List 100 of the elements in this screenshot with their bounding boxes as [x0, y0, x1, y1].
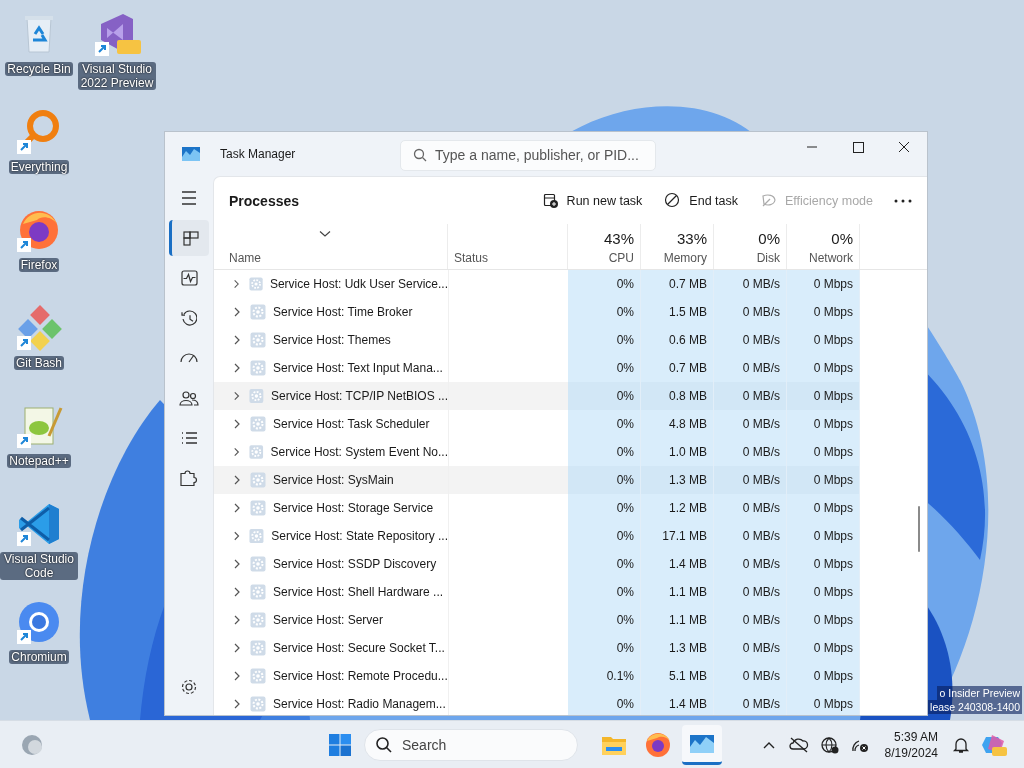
icon-label[interactable]: Recycle Bin — [5, 62, 73, 76]
expand-chevron-icon[interactable] — [232, 530, 242, 542]
table-row[interactable]: Service Host: Themes 0% 0.6 MB 0 MB/s 0 Mbps — [214, 326, 927, 354]
table-cell: 1.5 MB — [669, 305, 707, 319]
column-header[interactable]: 43% CPU — [568, 224, 641, 269]
table-cell: 0% — [616, 361, 634, 375]
table-cell: 0 Mbps — [813, 277, 853, 291]
table-cell: 1.0 MB — [669, 445, 707, 459]
users-icon — [179, 390, 199, 406]
table-row[interactable]: Service Host: Shell Hardware ... 0% 1.1 MB 0 MB/s 0 Mbps — [214, 578, 927, 606]
icon-label[interactable]: Visual Studio 2022 Preview — [78, 62, 156, 90]
clock-button[interactable]: 5:39 AM 8/19/2024 — [884, 728, 938, 761]
table-cell: 0 MB/s — [742, 585, 780, 599]
table-row[interactable]: Service Host: State Repository ... 0% 17.1 MB 0 MB/s 0 Mbps — [214, 522, 927, 550]
table-row[interactable]: Service Host: SysMain 0% 1.3 MB 0 MB/s 0 Mbps — [214, 466, 927, 494]
column-header[interactable]: 33% Memory — [641, 224, 714, 269]
table-cell: 0 Mbps — [813, 445, 853, 459]
table-cell: 0 Mbps — [813, 305, 853, 319]
table-cell: 0 MB/s — [742, 445, 780, 459]
expand-chevron-icon[interactable] — [232, 390, 242, 402]
table-cell: 0 Mbps — [813, 417, 853, 431]
column-header[interactable]: Status — [448, 224, 568, 269]
gear-icon — [250, 696, 266, 712]
gear-icon — [250, 304, 266, 320]
app-icon[interactable] — [15, 304, 63, 352]
process-name: Service Host: Remote Procedu... — [273, 669, 448, 683]
table-cell: 0 Mbps — [813, 585, 853, 599]
table-row[interactable]: Service Host: Server 0% 1.1 MB 0 MB/s 0 Mbps — [214, 606, 927, 634]
expand-chevron-icon[interactable] — [232, 278, 241, 290]
column-label: Network — [809, 251, 853, 265]
column-total: 43% — [603, 230, 634, 247]
taskbar-search-field[interactable]: Search — [364, 728, 578, 761]
column-label: Memory — [663, 251, 707, 265]
icon-label[interactable]: Notepad++ — [7, 454, 71, 468]
table-cell: 0 Mbps — [813, 389, 853, 403]
table-row[interactable]: Service Host: Text Input Mana... 0% 0.7 MB 0 MB/s 0 Mbps — [214, 354, 927, 382]
expand-chevron-icon[interactable] — [232, 474, 242, 486]
expand-chevron-icon[interactable] — [232, 502, 242, 514]
table-cell: 0 Mbps — [813, 361, 853, 375]
process-name: Service Host: Themes — [273, 333, 391, 347]
table-row[interactable]: Service Host: SSDP Discovery 0% 1.4 MB 0 MB/s 0 Mbps — [214, 550, 927, 578]
column-header[interactable]: 0% Network — [787, 224, 860, 269]
table-row[interactable]: Service Host: System Event No... 0% 1.0 MB 0 MB/s 0 Mbps — [214, 438, 927, 466]
table-cell: 0% — [616, 641, 634, 655]
table-cell: 0 MB/s — [742, 697, 780, 711]
run-task-button[interactable]: Run new task — [533, 186, 651, 215]
process-name: Service Host: TCP/IP NetBIOS ... — [271, 389, 448, 403]
table-cell: 0 MB/s — [742, 417, 780, 431]
table-cell: 0 Mbps — [813, 613, 853, 627]
table-cell: 0 Mbps — [813, 473, 853, 487]
expand-chevron-icon[interactable] — [232, 698, 242, 710]
table-row[interactable]: Service Host: TCP/IP NetBIOS ... 0% 0.8 MB 0 MB/s 0 Mbps — [214, 382, 927, 410]
search-input[interactable]: Search — [402, 736, 562, 753]
process-name: Service Host: Secure Socket T... — [273, 641, 445, 655]
scrollbar-thumb[interactable] — [918, 506, 920, 552]
expand-chevron-icon[interactable] — [232, 446, 242, 458]
icon-label[interactable]: Chromium — [9, 650, 69, 664]
table-row[interactable]: Service Host: Remote Procedu... 0.1% 5.1 MB 0 MB/s 0 Mbps — [214, 662, 927, 690]
expand-chevron-icon[interactable] — [232, 586, 242, 598]
table-cell: 0% — [616, 585, 634, 599]
table-row[interactable]: Service Host: Storage Service 0% 1.2 MB 0 MB/s 0 Mbps — [214, 494, 927, 522]
column-header[interactable]: Name — [214, 224, 448, 269]
globe-icon[interactable] — [818, 734, 841, 755]
table-row[interactable]: Service Host: Time Broker 0% 1.5 MB 0 MB/s 0 Mbps — [214, 298, 927, 326]
expand-chevron-icon[interactable] — [232, 670, 242, 682]
table-row[interactable]: Service Host: Udk User Service... 0% 0.7 MB 0 MB/s 0 Mbps — [214, 270, 927, 298]
gear-icon — [250, 584, 266, 600]
expand-chevron-icon[interactable] — [232, 334, 242, 346]
icon-label[interactable]: Git Bash — [14, 356, 64, 370]
watermark-text: lease 240308-1400 — [928, 700, 1022, 714]
table-row[interactable]: Service Host: Radio Managem... 0% 1.4 MB 0 MB/s 0 Mbps — [214, 690, 927, 715]
icon-label[interactable]: Visual Studio Code — [0, 552, 78, 580]
process-name: Service Host: SysMain — [273, 473, 394, 487]
process-name: Service Host: System Event No... — [270, 445, 448, 459]
table-cell: 5.1 MB — [669, 669, 707, 683]
gauge-icon — [180, 353, 198, 363]
clock-date: 8/19/2024 — [884, 744, 938, 761]
process-name: Service Host: Time Broker — [273, 305, 413, 319]
search-icon — [413, 148, 427, 162]
expand-chevron-icon[interactable] — [232, 306, 242, 318]
table-cell: 0 Mbps — [813, 501, 853, 515]
table-cell: 0 MB/s — [742, 473, 780, 487]
expand-chevron-icon[interactable] — [232, 642, 242, 654]
performance-icon — [180, 270, 198, 286]
gear-icon — [250, 360, 266, 376]
gear-icon — [248, 276, 263, 292]
table-row[interactable]: Service Host: Task Scheduler 0% 4.8 MB 0 MB/s 0 Mbps — [214, 410, 927, 438]
end-task-button[interactable]: End task — [656, 186, 746, 215]
column-header[interactable]: 0% Disk — [714, 224, 787, 269]
table-cell: 1.1 MB — [669, 585, 707, 599]
table-row[interactable]: Service Host: Secure Socket T... 0% 1.3 MB 0 MB/s 0 Mbps — [214, 634, 927, 662]
expand-chevron-icon[interactable] — [232, 362, 242, 374]
expand-chevron-icon[interactable] — [232, 614, 242, 626]
expand-chevron-icon[interactable] — [232, 558, 242, 570]
search-field[interactable]: Type a name, publisher, or PID... — [400, 139, 656, 171]
nav-processes-tab[interactable] — [169, 220, 209, 256]
task-manager-icon[interactable] — [682, 724, 722, 765]
table-cell: 1.3 MB — [669, 641, 707, 655]
expand-chevron-icon[interactable] — [232, 418, 242, 430]
table-cell: 0% — [616, 473, 634, 487]
